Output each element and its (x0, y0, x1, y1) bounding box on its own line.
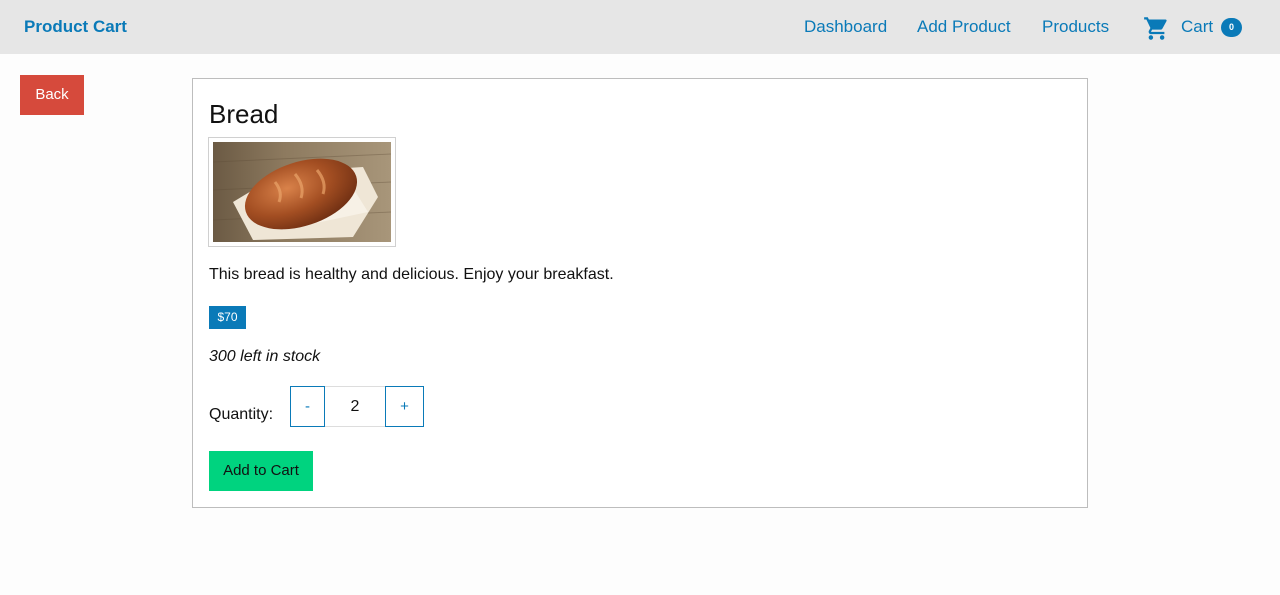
cart-label: Cart (1181, 17, 1214, 36)
quantity-increment-button[interactable]: + (385, 386, 424, 427)
product-description: This bread is healthy and delicious. Enj… (209, 266, 614, 283)
price-badge: $70 (209, 306, 246, 329)
product-title: Bread (209, 99, 279, 129)
cart-count-badge: 0 (1221, 18, 1242, 37)
quantity-label: Quantity: (209, 406, 274, 423)
product-image (208, 137, 396, 247)
quantity-decrement-button[interactable]: - (290, 386, 325, 427)
brand-link[interactable]: Product Cart (24, 17, 127, 37)
nav-link-dashboard[interactable]: Dashboard (804, 17, 887, 37)
quantity-input[interactable] (325, 386, 385, 427)
nav-link-add-product[interactable]: Add Product (917, 17, 1011, 37)
back-button[interactable]: Back (20, 75, 84, 115)
add-to-cart-button[interactable]: Add to Cart (209, 451, 313, 491)
shopping-cart-icon (1144, 17, 1167, 40)
navbar: Product Cart Dashboard Add Product Produ… (0, 0, 1280, 54)
stock-status: 300 left in stock (209, 348, 321, 365)
product-card: Bread This bread is healthy and deliciou… (192, 78, 1088, 508)
nav-link-products[interactable]: Products (1042, 17, 1109, 37)
bread-image (213, 142, 391, 242)
